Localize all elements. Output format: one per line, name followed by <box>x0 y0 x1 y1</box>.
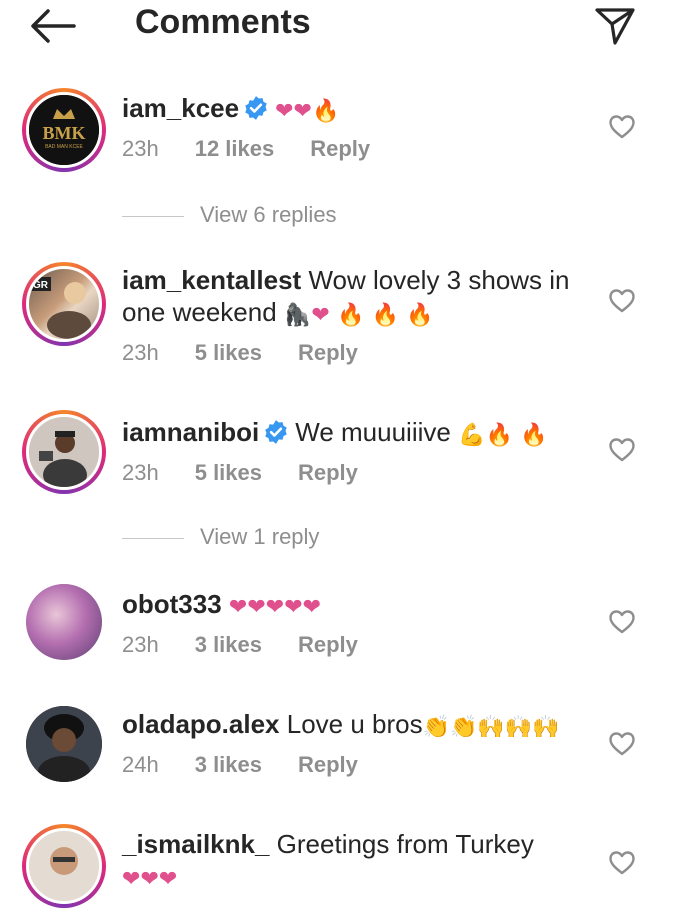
comment-text: Greetings from Turkey <box>276 829 534 859</box>
heart-outline-icon[interactable] <box>608 609 636 635</box>
muscle-emoji: 💪 <box>458 422 486 447</box>
comment-body-cont: ❤❤❤ <box>122 860 177 895</box>
raised-hands-emoji: 🙌 <box>504 714 533 739</box>
comment-time: 24h <box>122 752 159 777</box>
comment-meta: 23h 5 likes Reply <box>122 460 358 486</box>
comment-likes[interactable]: 3 likes <box>195 632 262 658</box>
clap-emoji: 👏 <box>450 714 478 739</box>
heart-outline-icon[interactable] <box>608 437 636 463</box>
comment-time: 23h <box>122 136 159 161</box>
avatar-photo: GR <box>29 277 91 339</box>
comment-likes[interactable]: 3 likes <box>195 752 262 778</box>
comment-body: oladapo.alex Love u bros👏👏🙌🙌🙌 <box>122 708 560 743</box>
comment-body: iam_kentallest Wow lovely 3 shows in <box>122 264 570 296</box>
page-title: Comments <box>135 3 311 41</box>
comment-username[interactable]: iam_kcee <box>122 93 239 123</box>
comment-text: We muuuiiive <box>295 417 451 447</box>
fire-emoji: 🔥 <box>371 302 400 327</box>
heart-emoji: ❤ <box>284 594 303 619</box>
heart-emoji: ❤ <box>247 594 266 619</box>
heart-outline-icon[interactable] <box>608 288 636 314</box>
avatar[interactable]: BMK BAD MAN KCEE <box>22 88 106 172</box>
fire-emoji: 🔥 <box>520 422 548 447</box>
avatar[interactable] <box>22 824 106 908</box>
heart-emoji: ❤ <box>140 866 159 891</box>
comment-username[interactable]: obot333 <box>122 589 222 619</box>
raised-hands-emoji: 🙌 <box>532 714 560 739</box>
comment-username[interactable]: _ismailknk_ <box>122 829 269 859</box>
heart-emoji: ❤ <box>311 302 330 327</box>
comment-meta: 23h 3 likes Reply <box>122 632 358 658</box>
comment-likes[interactable]: 12 likes <box>195 136 275 162</box>
heart-emoji: ❤ <box>265 594 285 619</box>
reply-button[interactable]: Reply <box>310 136 370 162</box>
clap-emoji: 👏 <box>422 714 451 739</box>
comment-body: _ismailknk_ Greetings from Turkey <box>122 828 534 860</box>
view-replies-link[interactable]: View 6 replies <box>122 202 337 228</box>
comment-body: iamnaniboi We muuuiiive 💪🔥 🔥 <box>122 416 548 451</box>
svg-text:GR: GR <box>33 280 49 291</box>
reply-button[interactable]: Reply <box>298 460 358 486</box>
avatar[interactable] <box>26 706 102 782</box>
comment-meta: 23h 12 likes Reply <box>122 136 370 162</box>
comment-body: obot333 ❤❤❤❤❤ <box>122 588 321 623</box>
fire-emoji: 🔥 <box>406 302 434 327</box>
svg-text:BAD MAN KCEE: BAD MAN KCEE <box>45 144 83 150</box>
divider <box>122 215 184 217</box>
heart-outline-icon[interactable] <box>608 114 636 140</box>
raised-hands-emoji: 🙌 <box>477 714 505 739</box>
comment-meta: 24h 3 likes Reply <box>122 752 358 778</box>
view-replies-label: View 1 reply <box>200 524 320 549</box>
fire-emoji: 🔥 <box>337 302 365 327</box>
comment-likes[interactable]: 5 likes <box>195 460 262 486</box>
comment-likes[interactable]: 5 likes <box>195 340 262 366</box>
fire-emoji: 🔥 <box>311 98 340 123</box>
heart-emoji: ❤ <box>293 98 312 123</box>
fire-emoji: 🔥 <box>485 422 513 447</box>
heart-emoji: ❤ <box>122 866 141 891</box>
heart-outline-icon[interactable] <box>608 731 636 757</box>
gorilla-emoji: 🦍 <box>283 302 312 327</box>
svg-text:BMK: BMK <box>43 123 86 143</box>
comment-text: Love u bros <box>286 709 423 739</box>
comment-username[interactable]: oladapo.alex <box>122 709 280 739</box>
reply-button[interactable]: Reply <box>298 752 358 778</box>
heart-emoji: ❤ <box>158 866 178 891</box>
verified-badge-icon <box>265 420 287 444</box>
verified-badge-icon <box>245 96 267 120</box>
bmk-logo: BMK BAD MAN KCEE <box>29 95 99 165</box>
avatar[interactable] <box>26 584 102 660</box>
comment-body: iam_kcee ❤❤🔥 <box>122 92 339 127</box>
reply-button[interactable]: Reply <box>298 340 358 366</box>
comment-time: 23h <box>122 460 159 485</box>
avatar-photo <box>29 417 99 487</box>
comment-meta: 23h 5 likes Reply <box>122 340 358 366</box>
avatar-photo <box>29 831 99 901</box>
heart-emoji: ❤ <box>275 98 294 123</box>
reply-button[interactable]: Reply <box>298 632 358 658</box>
comment-body-cont: one weekend 🦍❤ 🔥 🔥 🔥 <box>122 296 434 331</box>
heart-emoji: ❤ <box>228 594 248 619</box>
comment-username[interactable]: iamnaniboi <box>122 417 259 447</box>
divider <box>122 537 184 539</box>
comment-username[interactable]: iam_kentallest <box>122 265 301 295</box>
arrow-left-icon[interactable] <box>28 8 78 44</box>
comment-time: 23h <box>122 632 159 657</box>
avatar[interactable]: GR <box>22 262 106 346</box>
avatar[interactable] <box>22 410 106 494</box>
paper-plane-icon[interactable] <box>594 6 636 46</box>
heart-outline-icon[interactable] <box>608 850 636 876</box>
header-bar: Comments <box>0 0 674 56</box>
view-replies-label: View 6 replies <box>200 202 337 227</box>
avatar-photo <box>26 706 102 782</box>
comment-time: 23h <box>122 340 159 365</box>
heart-emoji: ❤ <box>302 594 322 619</box>
comment-text: one weekend <box>122 297 277 327</box>
comment-text: Wow lovely 3 shows in <box>308 265 570 295</box>
view-replies-link[interactable]: View 1 reply <box>122 524 319 550</box>
